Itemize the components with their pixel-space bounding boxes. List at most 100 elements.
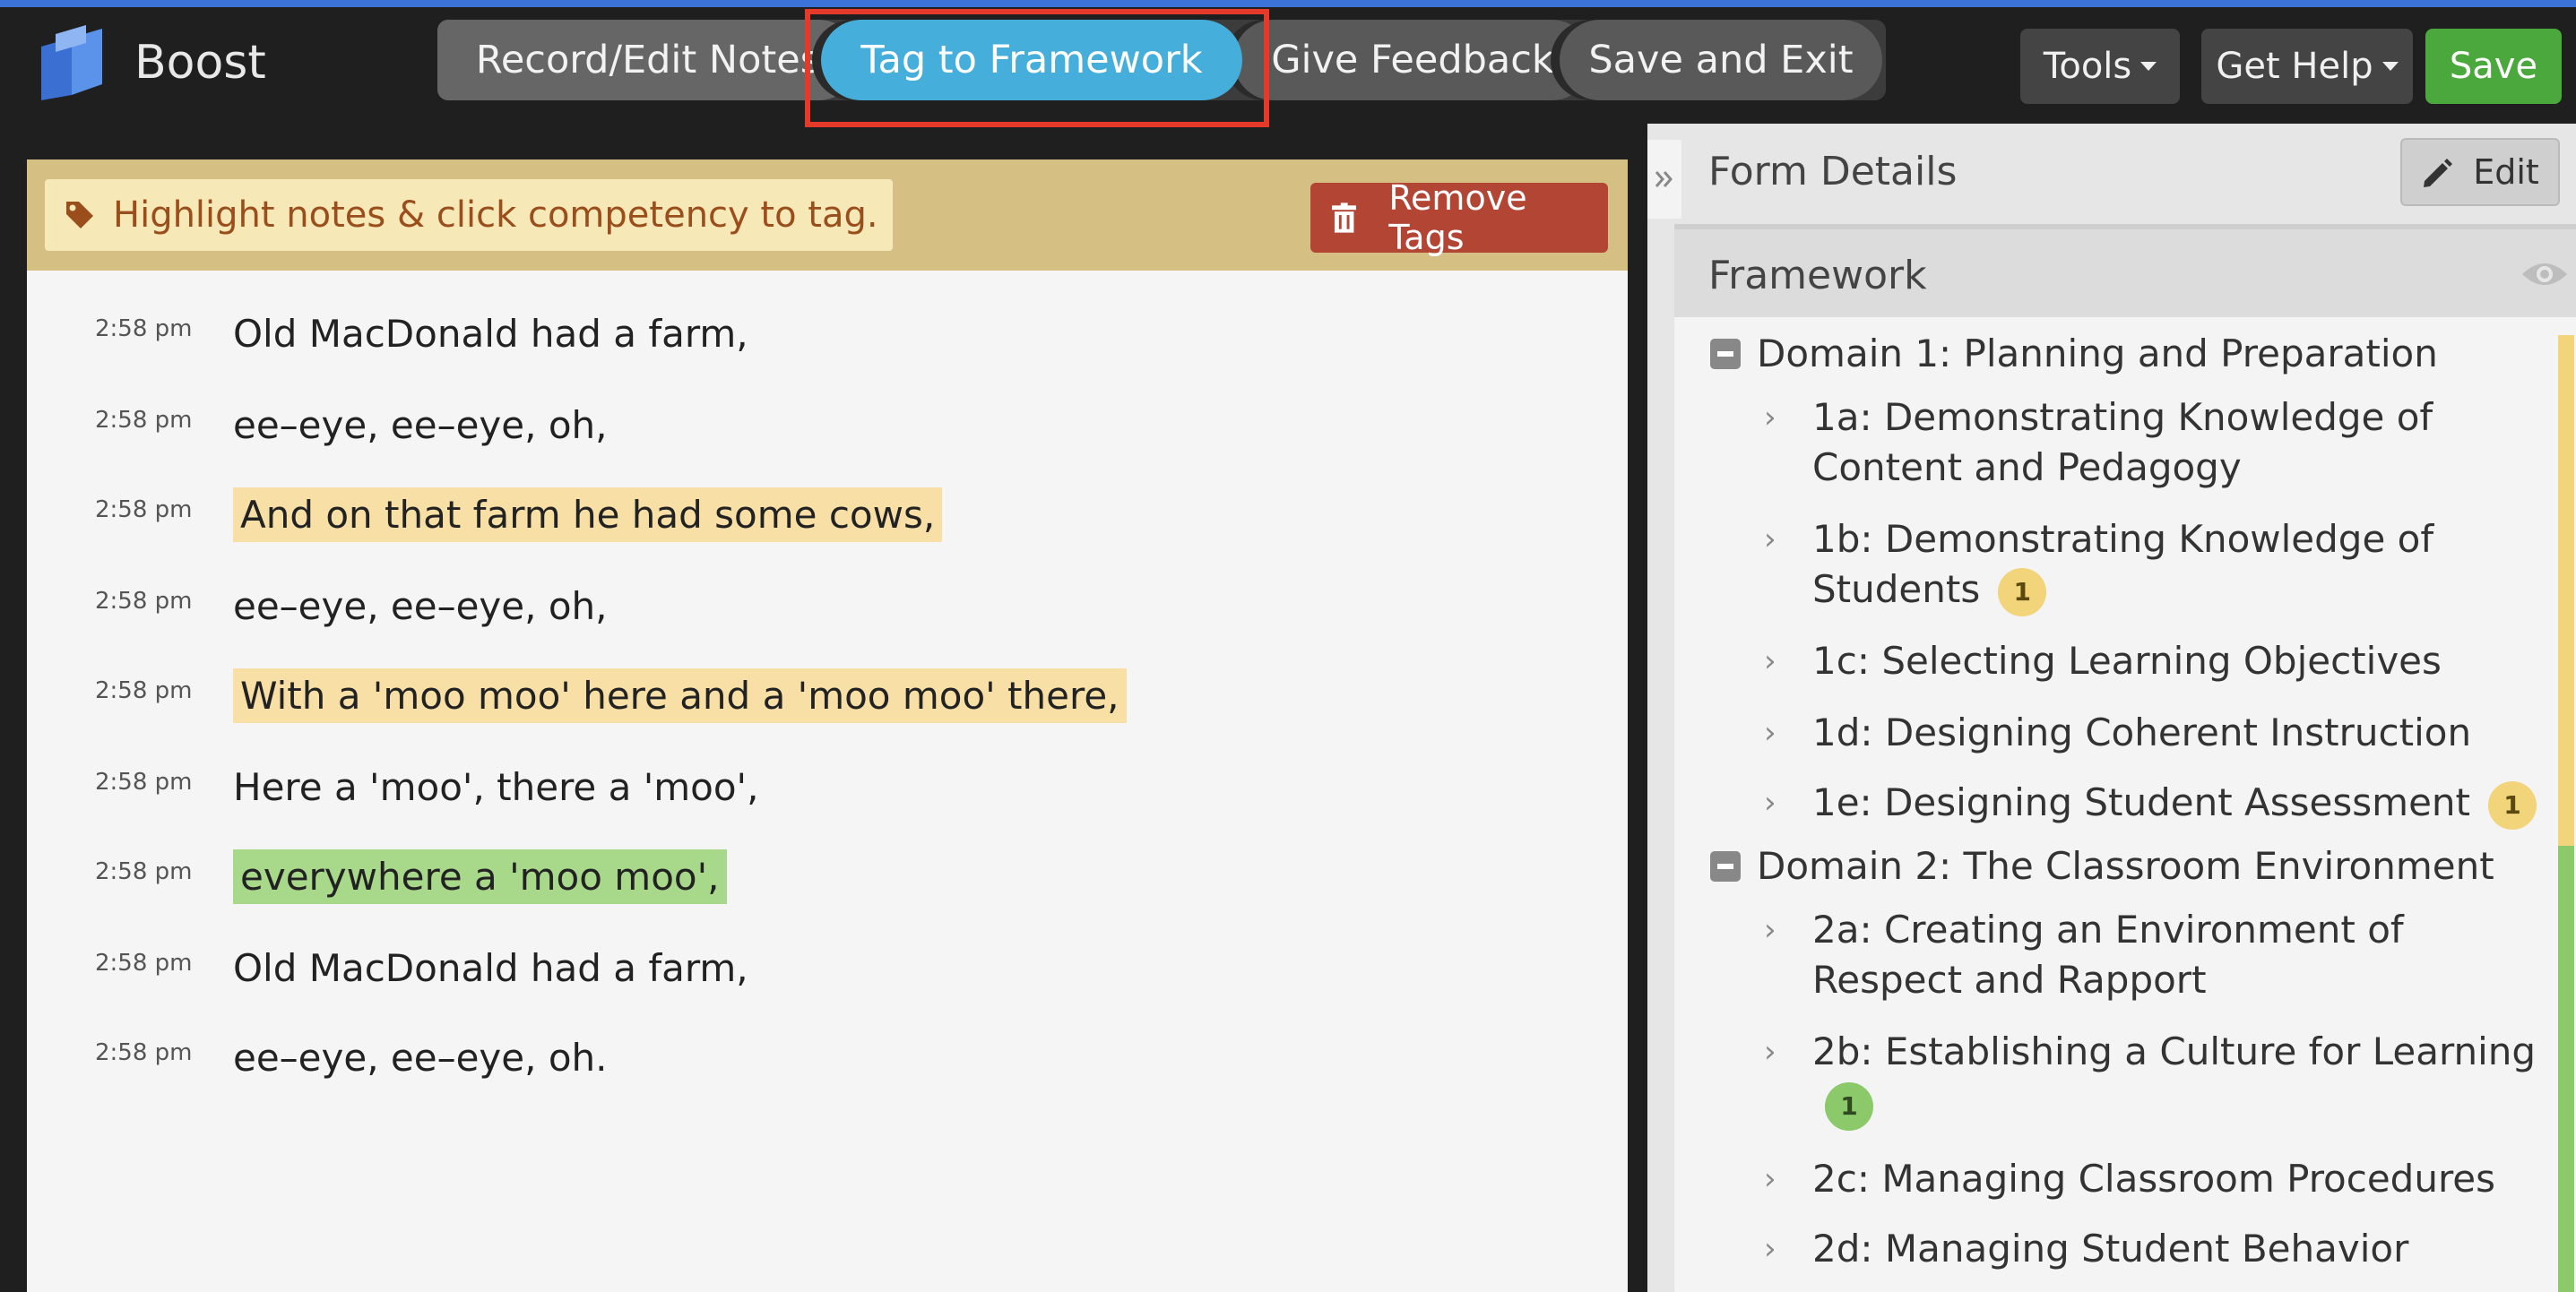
framework-title: Framework [1708, 253, 1927, 298]
note-text[interactable]: Here a 'moo', there a 'moo', [233, 760, 765, 814]
note-text[interactable]: ee–eye, ee–eye, oh. [233, 1030, 615, 1085]
collapse-minus-icon[interactable] [1710, 851, 1741, 882]
remove-tags-button[interactable]: Remove Tags [1310, 178, 1608, 257]
note-time: 2:58 pm [95, 858, 193, 885]
form-details-title: Form Details [1708, 149, 1958, 194]
tag-count-badge: 1 [1998, 567, 2047, 616]
note-row[interactable]: 2:58 pm everywhere a 'moo moo', [27, 840, 1628, 912]
competency-label[interactable]: 1b: Demonstrating Knowledge of Students 1 [1812, 514, 2556, 616]
competency-label[interactable]: 2a: Creating an Environment of Respect a… [1812, 905, 2556, 1005]
note-text-highlighted[interactable]: With a 'moo moo' here and a 'moo moo' th… [233, 668, 1127, 723]
competency-1d[interactable]: › 1d: Designing Coherent Instruction [1674, 702, 2553, 765]
domain-1-tag-stripe [2558, 335, 2574, 846]
remove-tags-label: Remove Tags [1388, 178, 1527, 257]
record-edit-notes-tab[interactable]: Record/Edit Notes [437, 20, 859, 100]
note-time: 2:58 pm [95, 950, 193, 977]
note-text-highlighted[interactable]: everywhere a 'moo moo', [233, 849, 727, 904]
chevron-right-icon: › [1764, 1231, 1776, 1267]
tag-toolbar: Highlight notes & click competency to ta… [27, 159, 1628, 271]
domain-label: Domain 1: Planning and Preparation [1757, 332, 2438, 375]
tag-hint: Highlight notes & click competency to ta… [45, 179, 893, 251]
note-time: 2:58 pm [95, 315, 193, 342]
chevron-right-icon: › [1764, 1161, 1776, 1197]
save-button[interactable]: Save [2425, 29, 2562, 104]
save-and-exit-tab[interactable]: Save and Exit [1560, 20, 1882, 100]
collapse-minus-icon[interactable] [1710, 339, 1741, 369]
competency-label[interactable]: 1c: Selecting Learning Objectives [1812, 636, 2556, 686]
note-row[interactable]: 2:58 pm Old MacDonald had a farm, [27, 297, 1628, 369]
framework-tree: Domain 1: Planning and Preparation › 1a:… [1674, 317, 2576, 1292]
help-label: Get Help [2216, 46, 2373, 87]
competency-2a[interactable]: › 2a: Creating an Environment of Respect… [1674, 900, 2553, 1016]
chevron-right-icon: › [1764, 912, 1776, 948]
caret-down-icon [2382, 62, 2399, 71]
competency-label-text: 2b: Establishing a Culture for Learning [1812, 1029, 2537, 1073]
domain-2-tag-stripe [2558, 846, 2574, 1292]
competency-label[interactable]: 2c: Managing Classroom Procedures [1812, 1154, 2556, 1204]
note-row[interactable]: 2:58 pm With a 'moo moo' here and a 'moo… [27, 659, 1628, 731]
note-row[interactable]: 2:58 pm Old MacDonald had a farm, [27, 932, 1628, 1003]
domain-label: Domain 2: The Classroom Environment [1757, 844, 2494, 888]
note-row[interactable]: 2:58 pm And on that farm he had some cow… [27, 478, 1628, 550]
competency-label[interactable]: 2b: Establishing a Culture for Learning 1 [1812, 1027, 2556, 1131]
competency-2c[interactable]: › 2c: Managing Classroom Procedures [1674, 1149, 2553, 1211]
edit-button[interactable]: Edit [2400, 138, 2560, 206]
chevron-right-icon: › [1764, 643, 1776, 679]
competency-1c[interactable]: › 1c: Selecting Learning Objectives [1674, 631, 2553, 693]
note-text-highlighted[interactable]: And on that farm he had some cows, [233, 487, 943, 542]
framework-header: Framework [1674, 224, 2576, 317]
tools-label: Tools [2043, 46, 2132, 87]
boost-logo-icon [36, 25, 108, 100]
notes-panel: Highlight notes & click competency to ta… [27, 159, 1628, 1292]
note-row[interactable]: 2:58 pm ee–eye, ee–eye, oh, [27, 389, 1628, 461]
double-chevron-right-icon [1655, 171, 1673, 187]
note-time: 2:58 pm [95, 1039, 193, 1066]
tag-count-badge: 1 [1825, 1081, 1873, 1131]
note-text[interactable]: ee–eye, ee–eye, oh, [233, 579, 615, 633]
chevron-right-icon: › [1764, 785, 1776, 821]
edit-label: Edit [2473, 152, 2539, 192]
domain-2[interactable]: Domain 2: The Classroom Environment [1674, 835, 2553, 889]
note-row[interactable]: 2:58 pm Here a 'moo', there a 'moo', [27, 751, 1628, 823]
note-text[interactable]: Old MacDonald had a farm, [233, 941, 756, 995]
competency-2b[interactable]: › 2b: Establishing a Culture for Learnin… [1674, 1021, 2553, 1143]
form-details-panel: Form Details Edit Framework Domain 1: Pl… [1647, 124, 2576, 1292]
note-time: 2:58 pm [95, 588, 193, 615]
note-text[interactable]: Old MacDonald had a farm, [233, 306, 756, 361]
trash-icon [1332, 202, 1357, 233]
note-text[interactable]: ee–eye, ee–eye, oh, [233, 398, 615, 452]
chevron-right-icon: › [1764, 400, 1776, 435]
chevron-right-icon: › [1764, 1034, 1776, 1070]
tag-icon [66, 202, 93, 228]
highlight-annotation-box [805, 9, 1269, 127]
competency-1a[interactable]: › 1a: Demonstrating Knowledge of Content… [1674, 387, 2553, 504]
note-row[interactable]: 2:58 pm ee–eye, ee–eye, oh, [27, 570, 1628, 642]
tools-dropdown-button[interactable]: Tools [2020, 29, 2180, 104]
give-feedback-tab[interactable]: Give Feedback [1233, 20, 1592, 100]
competency-label[interactable]: 2d: Managing Student Behavior [1812, 1224, 2556, 1274]
competency-label-text: 1b: Demonstrating Knowledge of Students [1812, 517, 2434, 611]
chevron-right-icon: › [1764, 715, 1776, 751]
eye-icon[interactable] [2520, 258, 2569, 290]
tag-count-badge: 1 [2488, 780, 2537, 830]
competency-label[interactable]: 1a: Demonstrating Knowledge of Content a… [1812, 392, 2556, 493]
domain-1[interactable]: Domain 1: Planning and Preparation [1674, 323, 2553, 376]
competency-1e[interactable]: › 1e: Designing Student Assessment 1 [1674, 772, 2553, 835]
note-time: 2:58 pm [95, 769, 193, 796]
caret-down-icon [2140, 62, 2157, 71]
competency-label-text: 1e: Designing Student Assessment [1812, 780, 2470, 824]
competency-1b[interactable]: › 1b: Demonstrating Knowledge of Student… [1674, 509, 2553, 625]
app-name: Boost [134, 36, 266, 90]
note-time: 2:58 pm [95, 496, 193, 523]
chevron-right-icon: › [1764, 521, 1776, 557]
top-accent-stripe [0, 0, 2576, 7]
get-help-dropdown-button[interactable]: Get Help [2201, 29, 2413, 104]
tag-hint-text: Highlight notes & click competency to ta… [113, 194, 878, 236]
collapse-panel-button[interactable] [1647, 140, 1681, 219]
competency-label[interactable]: 1e: Designing Student Assessment 1 [1812, 778, 2556, 830]
note-time: 2:58 pm [95, 677, 193, 704]
competency-label[interactable]: 1d: Designing Coherent Instruction [1812, 708, 2556, 758]
competency-2d[interactable]: › 2d: Managing Student Behavior [1674, 1219, 2553, 1281]
pencil-icon [2424, 159, 2453, 187]
note-row[interactable]: 2:58 pm ee–eye, ee–eye, oh. [27, 1021, 1628, 1093]
